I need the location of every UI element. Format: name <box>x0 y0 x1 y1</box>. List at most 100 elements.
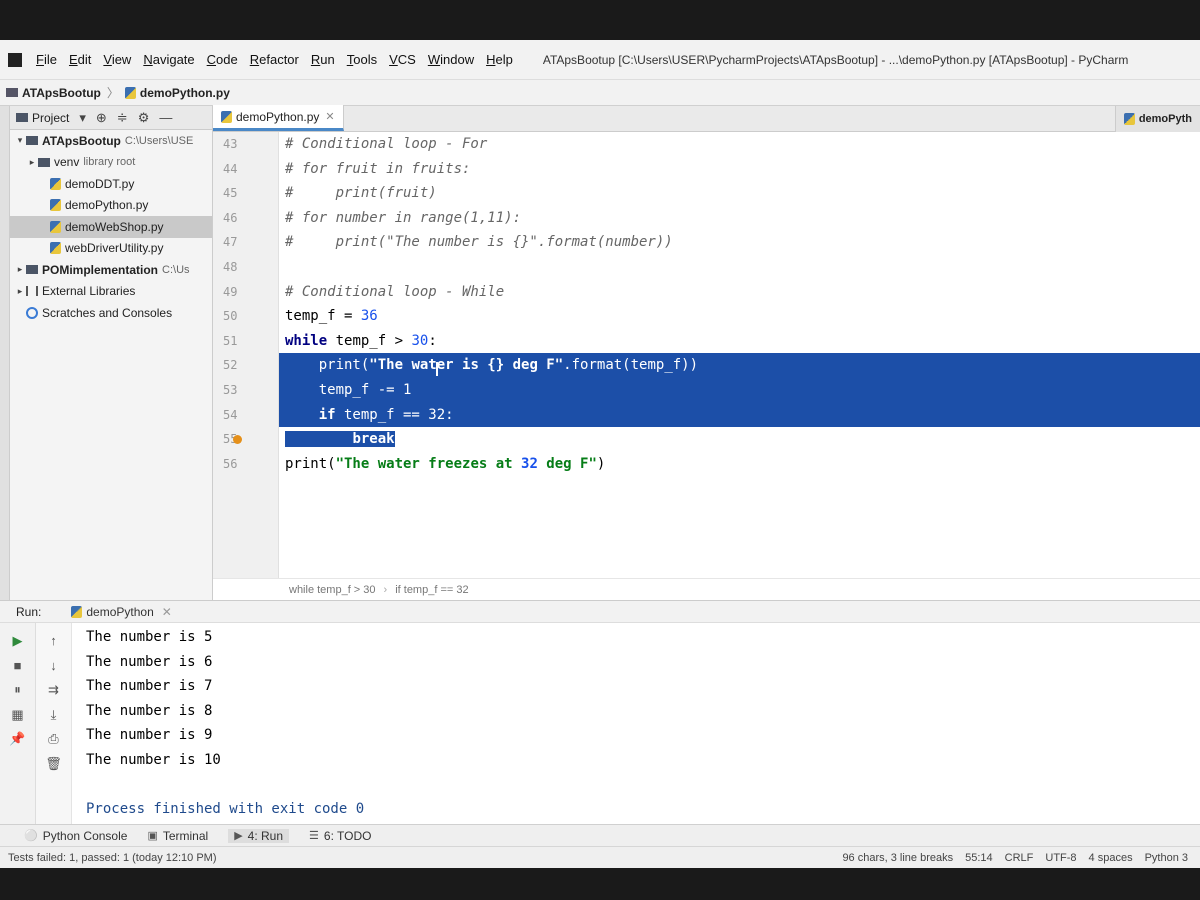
tree-item[interactable]: ▸ venv library root <box>10 152 212 174</box>
line-number[interactable]: 48 <box>213 255 278 280</box>
menu-refactor[interactable]: Refactor <box>250 52 299 67</box>
line-number[interactable]: 54 <box>213 403 278 428</box>
line-number[interactable]: 50 <box>213 304 278 329</box>
code-line[interactable] <box>279 255 1200 280</box>
tab-run[interactable]: ▶ 4: Run <box>228 828 290 843</box>
run-config-tab[interactable]: demoPython ✕ <box>65 605 177 619</box>
line-number[interactable]: 45 <box>213 181 278 206</box>
line-number[interactable]: 49 <box>213 280 278 305</box>
tab-terminal[interactable]: ▣ Terminal <box>147 829 208 843</box>
code-line[interactable]: # Conditional loop - While <box>279 280 1200 305</box>
other-window-tab-label: demoPyth <box>1138 113 1192 125</box>
menu-window[interactable]: Window <box>428 52 474 67</box>
python-file-icon <box>50 177 61 190</box>
file-encoding[interactable]: UTF-8 <box>1045 852 1076 864</box>
interpreter[interactable]: Python 3 <box>1145 852 1188 864</box>
soft-wrap-icon[interactable]: ⇉ <box>36 678 71 703</box>
expand-arrow-icon[interactable]: ▸ <box>26 157 38 168</box>
menu-tools[interactable]: Tools <box>347 52 377 67</box>
menu-vcs[interactable]: VCS <box>389 52 416 67</box>
print-icon[interactable]: ⎙ <box>36 727 71 752</box>
project-tool-strip[interactable] <box>0 106 10 600</box>
rerun-icon[interactable]: ▶ <box>0 629 35 654</box>
menu-run[interactable]: Run <box>311 52 335 67</box>
line-number[interactable]: 51 <box>213 329 278 354</box>
code-content[interactable]: # Conditional loop - For # for fruit in f… <box>279 132 1200 578</box>
code-line[interactable]: break <box>279 427 1200 452</box>
trash-icon[interactable]: 🗑 <box>36 752 71 777</box>
pause-icon[interactable]: ⏸ <box>0 678 35 703</box>
code-line[interactable]: # print("The number is {}".format(number… <box>279 230 1200 255</box>
line-number[interactable]: 56 <box>213 452 278 477</box>
code-line[interactable]: while temp_f > 30: <box>279 329 1200 354</box>
test-status[interactable]: Tests failed: 1, passed: 1 (today 12:10 … <box>8 852 217 864</box>
gear-icon[interactable]: ⚙ <box>138 110 150 126</box>
close-icon[interactable]: ✕ <box>162 605 172 619</box>
hide-panel-icon[interactable]: — <box>159 110 172 125</box>
arrow-up-icon[interactable]: ↑ <box>36 629 71 654</box>
breadcrumb-while[interactable]: while temp_f > 30 <box>289 584 376 596</box>
tree-item[interactable]: ▸ POMimplementation C:\Us <box>10 259 212 281</box>
menu-code[interactable]: Code <box>207 52 238 67</box>
line-number[interactable]: 46 <box>213 206 278 231</box>
python-icon: ⚪ <box>24 830 38 842</box>
code-line[interactable]: temp_f -= 1 <box>279 377 1200 403</box>
code-line[interactable]: # print(fruit) <box>279 181 1200 206</box>
code-editor[interactable]: 43 44 45 46 47 48 49 50 51 52 53 54 55 56 # Condition… <box>213 132 1200 578</box>
line-number[interactable]: 43 <box>213 132 278 157</box>
tree-item[interactable]: webDriverUtility.py <box>10 238 212 260</box>
expand-arrow-icon[interactable]: ▸ <box>14 286 26 297</box>
line-number-gutter[interactable]: 43 44 45 46 47 48 49 50 51 52 53 54 55 56 <box>213 132 279 578</box>
line-number[interactable]: 52 <box>213 353 278 378</box>
line-separator[interactable]: CRLF <box>1005 852 1034 864</box>
line-number[interactable]: 47 <box>213 230 278 255</box>
scroll-to-end-icon[interactable]: ⤓ <box>36 703 71 728</box>
line-number[interactable]: 53 <box>213 378 278 403</box>
close-icon[interactable]: ✕ <box>325 110 334 123</box>
line-number[interactable]: 44 <box>213 157 278 182</box>
other-window-tab[interactable]: demoPyth <box>1114 106 1200 132</box>
menu-file[interactable]: File <box>36 52 57 67</box>
code-line[interactable]: if temp_f == 32: <box>279 402 1200 428</box>
tree-item[interactable]: demoPython.py <box>10 195 212 217</box>
navigation-bar: ATApsBootup 〉 demoPython.py <box>0 80 1200 106</box>
collapse-all-icon[interactable]: ≑ <box>117 110 128 126</box>
code-line[interactable]: print("The water freezes at 32 deg F") <box>279 452 1200 477</box>
code-line[interactable]: # for number in range(1,11): <box>279 206 1200 231</box>
menu-help[interactable]: Help <box>486 52 513 67</box>
dropdown-caret-icon[interactable]: ▾ <box>79 110 86 126</box>
tree-item[interactable]: Scratches and Consoles <box>10 302 212 324</box>
project-view-dropdown[interactable]: Project <box>32 111 69 125</box>
arrow-down-icon[interactable]: ↓ <box>36 654 71 679</box>
breadcrumb-if[interactable]: if temp_f == 32 <box>395 584 468 596</box>
breadcrumb-project[interactable]: ATApsBootup <box>22 86 101 100</box>
breakpoint-icon[interactable] <box>233 435 242 445</box>
code-line[interactable]: # for fruit in fruits: <box>279 157 1200 182</box>
code-line[interactable]: print("The water is {} deg F".format(tem… <box>279 353 1200 378</box>
stop-icon[interactable]: ■ <box>0 654 35 679</box>
tab-python-console[interactable]: ⚪ Python Console <box>24 829 127 843</box>
python-file-icon <box>1123 113 1135 125</box>
menu-edit[interactable]: Edit <box>69 52 91 67</box>
tab-todo[interactable]: ☰ 6: TODO <box>309 829 371 843</box>
tree-item[interactable]: demoDDT.py <box>10 173 212 195</box>
tree-item[interactable]: ▾ ATApsBootup C:\Users\USE <box>10 130 212 152</box>
tab-demopython[interactable]: demoPython.py ✕ <box>213 105 344 131</box>
breadcrumb-file[interactable]: demoPython.py <box>140 86 230 100</box>
caret-position[interactable]: 55:14 <box>965 852 993 864</box>
expand-arrow-icon[interactable]: ▸ <box>14 264 26 275</box>
tree-item[interactable]: ▸ External Libraries <box>10 281 212 303</box>
menu-navigate[interactable]: Navigate <box>143 52 194 67</box>
indent-setting[interactable]: 4 spaces <box>1089 852 1133 864</box>
menu-view[interactable]: View <box>103 52 131 67</box>
console-output[interactable]: The number is 5 The number is 6 The number… <box>72 623 1200 825</box>
expand-arrow-icon[interactable]: ▾ <box>14 135 26 146</box>
tree-item[interactable]: demoWebShop.py <box>10 216 212 238</box>
line-number[interactable]: 55 <box>213 427 278 452</box>
layout-icon[interactable]: ▦ <box>0 703 35 728</box>
code-line[interactable]: # Conditional loop - For <box>279 132 1200 157</box>
pin-icon[interactable]: 📌 <box>0 727 35 752</box>
run-panel-header: Run: demoPython ✕ <box>0 601 1200 623</box>
locate-icon[interactable]: ⊕ <box>96 110 107 126</box>
code-line[interactable]: temp_f = 36 <box>279 304 1200 329</box>
